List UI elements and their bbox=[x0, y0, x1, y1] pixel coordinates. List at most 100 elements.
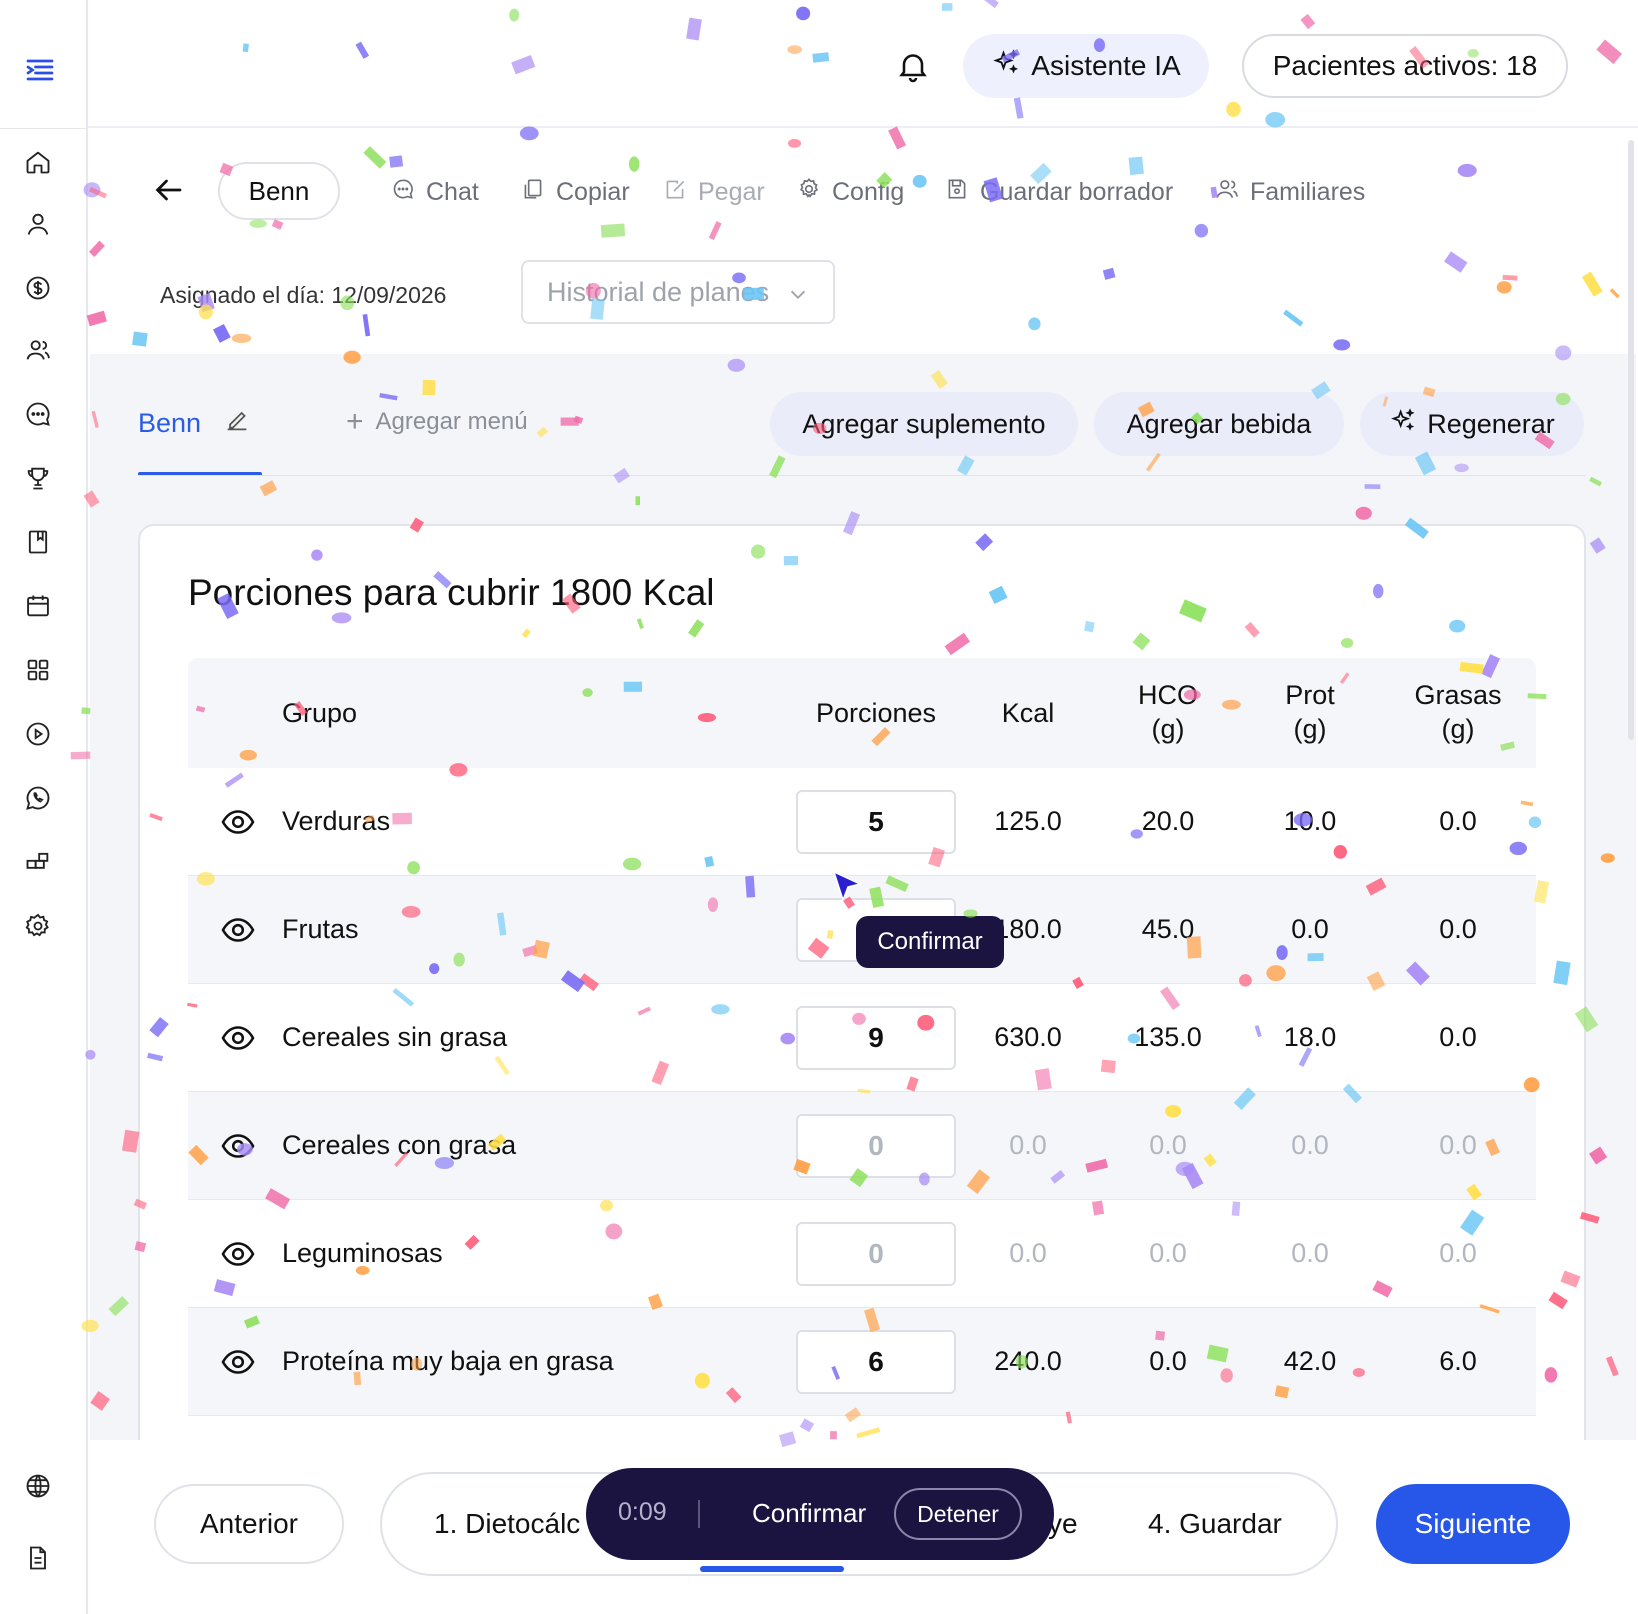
eye-icon[interactable] bbox=[220, 1236, 256, 1272]
save-draft-button[interactable]: Guardar borrador bbox=[944, 174, 1173, 210]
table-row: Verduras 5 125.0 20.0 10.0 0.0 bbox=[188, 768, 1536, 876]
confetti-piece bbox=[249, 219, 267, 228]
step-4[interactable]: 4. Guardar bbox=[1148, 1508, 1282, 1540]
patient-name-pill[interactable]: Benn bbox=[218, 162, 340, 220]
add-supplement-button[interactable]: Agregar suplemento bbox=[770, 392, 1078, 456]
row-group: Proteína muy baja en grasa bbox=[282, 1346, 614, 1376]
eye-icon[interactable] bbox=[220, 1344, 256, 1380]
trophy-icon[interactable] bbox=[22, 462, 54, 494]
eye-icon[interactable] bbox=[220, 1020, 256, 1056]
confetti-piece bbox=[1444, 251, 1468, 273]
row-kcal: 125.0 bbox=[994, 806, 1062, 836]
card-title: Porciones para cubrir 1800 Kcal bbox=[188, 572, 715, 613]
portions-input[interactable]: 0 bbox=[796, 1222, 956, 1286]
next-button[interactable]: Siguiente bbox=[1376, 1484, 1570, 1564]
plus-icon: + bbox=[346, 405, 364, 438]
row-hco: 0.0 bbox=[1149, 1346, 1187, 1376]
add-menu-button[interactable]: + Agregar menú bbox=[346, 405, 528, 438]
confetti-piece bbox=[213, 323, 231, 343]
row-hco: 45.0 bbox=[1141, 914, 1195, 944]
tab-menu-benn[interactable]: Benn bbox=[138, 406, 251, 441]
chat-label: Chat bbox=[426, 177, 479, 206]
portions-input[interactable]: 6 bbox=[796, 1330, 956, 1394]
header-fat: Grasas (g) bbox=[1388, 678, 1528, 746]
patients-icon[interactable] bbox=[22, 334, 54, 366]
table-row: Cereales sin grasa 9 630.0 135.0 18.0 0.0 bbox=[188, 984, 1536, 1092]
header-hco-line1: HCO bbox=[1138, 680, 1198, 710]
row-group: Leguminosas bbox=[282, 1238, 443, 1268]
active-patients-badge[interactable]: Pacientes activos: 18 bbox=[1242, 34, 1568, 98]
whatsapp-icon[interactable] bbox=[22, 782, 54, 814]
row-fat: 0.0 bbox=[1439, 1130, 1477, 1160]
edit-pencil-icon[interactable] bbox=[223, 406, 251, 441]
row-kcal: 0.0 bbox=[1009, 1238, 1047, 1268]
header-fat-line2: (g) bbox=[1441, 714, 1475, 744]
settings-icon[interactable] bbox=[22, 910, 54, 942]
confetti-piece bbox=[231, 333, 252, 343]
recorder-confirm-button[interactable]: Confirmar bbox=[752, 1498, 866, 1529]
ai-assistant-button[interactable]: Asistente IA bbox=[963, 34, 1209, 98]
confetti-piece bbox=[628, 156, 640, 172]
confetti-piece bbox=[363, 146, 387, 169]
confetti-piece bbox=[708, 221, 722, 240]
grid-icon[interactable] bbox=[22, 654, 54, 686]
row-prot: 0.0 bbox=[1291, 914, 1329, 944]
confetti-piece bbox=[1283, 309, 1304, 327]
paste-button[interactable]: Pegar bbox=[662, 174, 765, 210]
copy-button[interactable]: Copiar bbox=[520, 174, 630, 210]
step-1[interactable]: 1. Dietocálc bbox=[434, 1508, 580, 1540]
menu-toggle-icon[interactable] bbox=[22, 52, 58, 88]
calendar-icon[interactable] bbox=[22, 590, 54, 622]
add-drink-button[interactable]: Agregar bebida bbox=[1094, 392, 1344, 456]
recorder-separator bbox=[698, 1500, 700, 1528]
confetti-piece bbox=[600, 223, 626, 238]
eye-icon[interactable] bbox=[220, 1128, 256, 1164]
chat-button[interactable]: Chat bbox=[390, 174, 479, 210]
family-icon bbox=[1214, 176, 1240, 209]
portions-input[interactable]: 5 bbox=[796, 790, 956, 854]
confirm-tooltip: Confirmar bbox=[856, 916, 1004, 968]
assigned-date: Asignado el día: 12/09/2026 bbox=[160, 282, 447, 308]
table-row: Leguminosas 0 0.0 0.0 0.0 0.0 bbox=[188, 1200, 1536, 1308]
plan-history-select[interactable]: Historial de planes bbox=[521, 260, 835, 324]
back-arrow-icon[interactable] bbox=[150, 172, 186, 208]
bell-icon[interactable] bbox=[895, 48, 931, 84]
scrollbar[interactable] bbox=[1628, 140, 1634, 740]
portions-input[interactable]: 0 bbox=[796, 1114, 956, 1178]
confetti-piece bbox=[132, 331, 148, 347]
user-icon[interactable] bbox=[22, 208, 54, 240]
billing-icon[interactable] bbox=[22, 272, 54, 304]
confetti-piece bbox=[1457, 163, 1477, 178]
recorder-bar: 0:09 Confirmar Detener bbox=[586, 1468, 1054, 1560]
header-portions: Porciones bbox=[815, 698, 937, 728]
globe-icon[interactable] bbox=[22, 1470, 54, 1502]
document-icon[interactable] bbox=[22, 1542, 54, 1574]
row-prot: 42.0 bbox=[1283, 1346, 1337, 1376]
chat-icon[interactable] bbox=[22, 398, 54, 430]
table-row: Proteína muy baja en grasa 6 240.0 0.0 42.0 6… bbox=[188, 1308, 1536, 1416]
recorder-stop-button[interactable]: Detener bbox=[894, 1488, 1022, 1540]
config-button[interactable]: Config bbox=[796, 174, 904, 210]
row-group: Frutas bbox=[282, 914, 359, 944]
eye-icon[interactable] bbox=[220, 804, 256, 840]
confetti-piece bbox=[1333, 339, 1351, 351]
save-draft-label: Guardar borrador bbox=[980, 177, 1174, 206]
row-prot: 0.0 bbox=[1291, 1130, 1329, 1160]
confetti-piece bbox=[1502, 274, 1518, 281]
row-kcal: 630.0 bbox=[994, 1022, 1062, 1052]
previous-button[interactable]: Anterior bbox=[154, 1484, 344, 1564]
save-icon bbox=[944, 176, 970, 209]
family-button[interactable]: Familiares bbox=[1214, 174, 1365, 210]
regenerate-button[interactable]: Regenerar bbox=[1360, 392, 1584, 456]
confetti-piece bbox=[1028, 317, 1041, 331]
play-icon[interactable] bbox=[22, 718, 54, 750]
home-icon[interactable] bbox=[22, 146, 54, 178]
table-header: Grupo Porciones Kcal HCO (g) Prot (g) Gr… bbox=[188, 658, 1536, 768]
plan-history-placeholder: Historial de planes bbox=[547, 276, 770, 307]
row-kcal: 0.0 bbox=[1009, 1130, 1047, 1160]
eye-icon[interactable] bbox=[220, 912, 256, 948]
paste-label: Pegar bbox=[698, 177, 765, 206]
portions-input[interactable]: 9 bbox=[796, 1006, 956, 1070]
blocks-icon[interactable] bbox=[22, 846, 54, 878]
book-icon[interactable] bbox=[22, 526, 54, 558]
